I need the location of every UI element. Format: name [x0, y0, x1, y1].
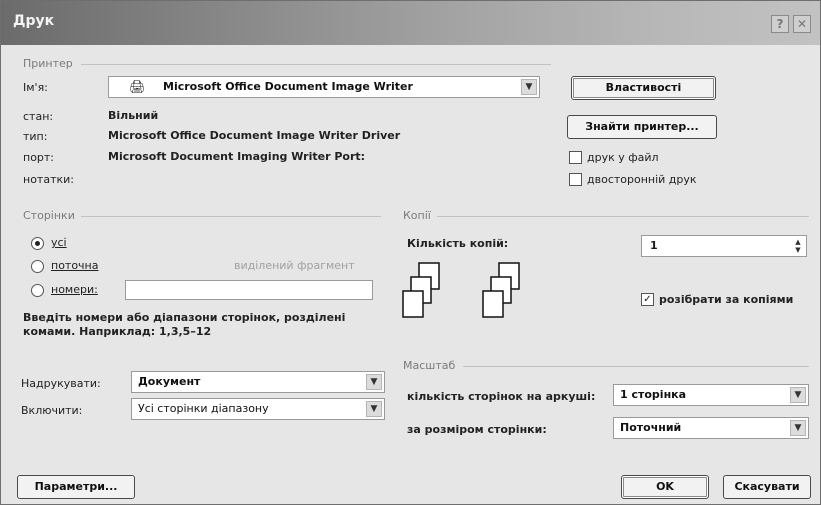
- pages-hint: Введіть номери або діапазони сторінок, р…: [23, 311, 346, 338]
- find-printer-button[interactable]: Знайти принтер...: [567, 115, 717, 139]
- copies-group-label: Копії: [403, 209, 431, 222]
- close-button[interactable]: ✕: [793, 15, 811, 33]
- printer-status-label: стан:: [23, 110, 54, 123]
- collate-label: розібрати за копіями: [659, 293, 794, 306]
- pages-current-label: поточна: [51, 259, 99, 272]
- properties-button[interactable]: Властивості: [571, 76, 716, 100]
- duplex-label: двосторонній друк: [587, 173, 697, 186]
- include-value: Усі сторінки діапазону: [138, 402, 269, 415]
- include-label: Включити:: [21, 404, 83, 417]
- pages-group-label: Сторінки: [23, 209, 75, 222]
- pages-per-sheet-value: 1 сторінка: [620, 388, 687, 401]
- scale-select[interactable]: Поточний ▼: [613, 417, 809, 439]
- printer-group-label: Принтер: [23, 57, 73, 70]
- help-button[interactable]: ?: [771, 15, 789, 33]
- print-to-file-label: друк у файл: [587, 151, 659, 164]
- printer-notes-label: нотатки:: [23, 173, 74, 186]
- pages-all-label: усі: [51, 236, 67, 249]
- chevron-down-icon: ▼: [366, 401, 382, 417]
- collate-checkbox[interactable]: ✓: [641, 293, 654, 306]
- pages-per-sheet-select[interactable]: 1 сторінка ▼: [613, 384, 809, 406]
- print-to-file-checkbox[interactable]: [569, 151, 582, 164]
- options-button[interactable]: Параметри...: [17, 475, 135, 499]
- pages-numbers-input[interactable]: [125, 280, 373, 300]
- print-what-select[interactable]: Документ ▼: [131, 371, 385, 393]
- printer-group-divider: [81, 64, 551, 65]
- chevron-down-icon: ▼: [790, 387, 806, 403]
- printer-icon: 🖨: [129, 80, 146, 95]
- chevron-down-icon: ▼: [790, 420, 806, 436]
- pages-all-radio[interactable]: [31, 237, 44, 250]
- pages-current-radio[interactable]: [31, 260, 44, 273]
- print-what-value: Документ: [138, 375, 201, 388]
- pages-numbers-radio[interactable]: [31, 284, 44, 297]
- printer-name-label: Ім'я:: [23, 81, 48, 94]
- copies-count-value: 1: [650, 239, 658, 252]
- printer-type-label: тип:: [23, 130, 48, 143]
- printer-type-value: Microsoft Office Document Image Writer D…: [108, 129, 401, 142]
- title-bar: Друк ? ✕: [1, 1, 820, 45]
- pages-per-sheet-label: кількість сторінок на аркуші:: [407, 390, 596, 403]
- zoom-group-divider: [463, 366, 809, 367]
- chevron-down-icon: ▼: [521, 79, 537, 95]
- pages-numbers-label: номери:: [51, 283, 98, 296]
- printer-name-value: Microsoft Office Document Image Writer: [163, 80, 413, 93]
- spinner-arrows-icon: ▲ ▼: [795, 238, 801, 254]
- window-title: Друк: [13, 13, 55, 29]
- include-select[interactable]: Усі сторінки діапазону ▼: [131, 398, 385, 420]
- scale-value: Поточний: [620, 421, 682, 434]
- scale-label: за розміром сторінки:: [407, 423, 547, 436]
- printer-port-value: Microsoft Document Imaging Writer Port:: [108, 150, 366, 163]
- print-what-label: Надрукувати:: [21, 377, 101, 390]
- pages-group-divider: [81, 216, 381, 217]
- printer-status-value: Вільний: [108, 109, 159, 122]
- copies-count-label: Кількість копій:: [407, 237, 509, 250]
- cancel-button[interactable]: Скасувати: [723, 475, 811, 499]
- print-dialog: Друк ? ✕ Принтер Ім'я: 🖨 Microsoft Offic…: [0, 0, 821, 505]
- duplex-checkbox[interactable]: [569, 173, 582, 186]
- ok-button[interactable]: OK: [621, 475, 709, 499]
- copies-count-spinner[interactable]: 1 ▲ ▼: [641, 235, 807, 257]
- pages-selection-label: виділений фрагмент: [234, 259, 355, 272]
- page-stack-icon: [402, 262, 520, 318]
- chevron-down-icon: ▼: [366, 374, 382, 390]
- copies-group-divider: [437, 216, 809, 217]
- zoom-group-label: Масштаб: [403, 359, 456, 372]
- printer-name-select[interactable]: 🖨 Microsoft Office Document Image Writer…: [108, 76, 540, 98]
- printer-port-label: порт:: [23, 151, 55, 164]
